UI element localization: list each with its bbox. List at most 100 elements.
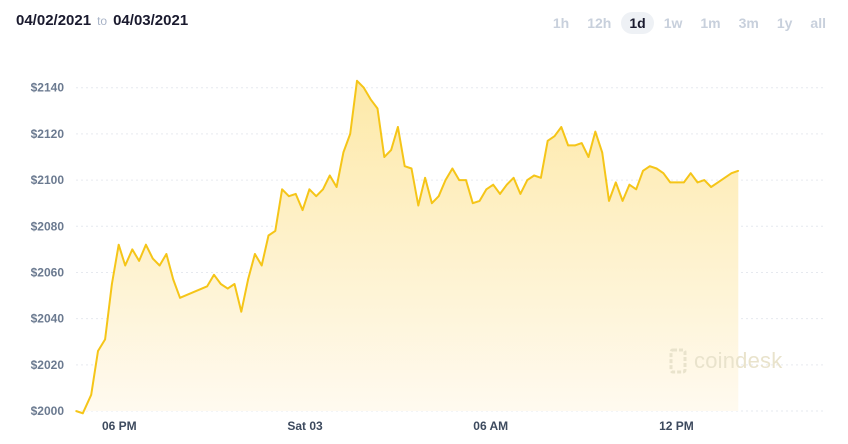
- price-point: [111, 283, 113, 285]
- price-point: [363, 86, 365, 89]
- price-point: [465, 179, 467, 181]
- y-tick-label: $2060: [31, 265, 65, 279]
- price-point: [172, 278, 174, 281]
- y-tick-label: $2080: [31, 219, 65, 233]
- price-point: [104, 338, 106, 341]
- price-point: [158, 264, 161, 267]
- price-point: [621, 200, 624, 202]
- price-point: [390, 149, 392, 151]
- price-point: [730, 172, 733, 174]
- price-point: [683, 181, 685, 184]
- y-axis: $2000 $2020 $2040 $2060 $2080 $2100 $2120 $2140: [31, 81, 65, 418]
- price-point: [689, 172, 692, 174]
- price-point: [124, 264, 127, 267]
- price-point: [117, 243, 120, 246]
- coindesk-watermark: coindesk: [668, 348, 782, 374]
- price-point: [628, 183, 631, 186]
- y-tick-label: $2020: [31, 358, 65, 372]
- price-point: [281, 188, 283, 191]
- price-point: [403, 165, 406, 168]
- price-area-fill: [76, 80, 739, 414]
- price-point: [560, 126, 563, 128]
- price-point: [349, 133, 352, 135]
- price-point: [635, 188, 638, 191]
- price-point: [226, 287, 229, 290]
- price-point: [151, 257, 154, 260]
- price-point: [587, 156, 590, 158]
- price-point: [485, 188, 488, 191]
- price-point: [723, 176, 726, 179]
- price-point: [369, 98, 372, 101]
- price-point: [574, 144, 576, 147]
- price-point: [451, 167, 454, 170]
- price-point: [737, 170, 740, 172]
- price-point: [335, 186, 338, 188]
- price-chart[interactable]: $2000 $2020 $2040 $2060 $2080 $2100 $2120 $2140…: [0, 0, 848, 444]
- price-point: [676, 181, 678, 184]
- x-tick-label: 06 PM: [102, 419, 137, 433]
- price-point: [703, 179, 706, 181]
- price-point: [431, 202, 433, 204]
- price-point: [546, 140, 549, 142]
- price-point: [417, 204, 420, 207]
- price-point: [247, 278, 249, 281]
- price-point: [649, 165, 651, 168]
- price-point: [519, 193, 522, 195]
- price-point: [240, 310, 243, 313]
- price-point: [145, 243, 147, 246]
- x-tick-label: 06 AM: [473, 419, 508, 433]
- price-point: [526, 179, 529, 181]
- price-point: [260, 264, 263, 267]
- price-point: [315, 195, 317, 198]
- price-point: [213, 273, 215, 276]
- price-point: [308, 188, 311, 191]
- y-tick-label: $2120: [31, 127, 65, 141]
- price-point: [717, 181, 719, 184]
- price-point: [254, 253, 256, 255]
- price-point: [567, 144, 569, 147]
- price-point: [165, 253, 168, 255]
- x-tick-label: Sat 03: [287, 419, 323, 433]
- price-point: [220, 283, 222, 285]
- price-point: [642, 170, 644, 172]
- coindesk-logo-icon: [669, 348, 687, 374]
- price-point: [383, 156, 386, 158]
- watermark-text: coindesk: [694, 348, 783, 373]
- price-point: [696, 181, 699, 184]
- y-tick-label: $2100: [31, 173, 65, 187]
- price-point: [492, 183, 495, 186]
- price-point: [580, 142, 583, 144]
- price-point: [397, 126, 399, 128]
- price-point: [553, 135, 556, 138]
- price-point: [274, 230, 277, 232]
- price-point: [655, 167, 658, 170]
- y-tick-label: $2140: [31, 81, 65, 95]
- x-tick-label: 12 PM: [659, 419, 694, 433]
- price-point: [233, 283, 236, 285]
- price-point: [669, 181, 672, 184]
- price-point: [540, 176, 542, 179]
- price-point: [594, 130, 597, 133]
- price-point: [294, 193, 297, 195]
- price-point: [533, 174, 535, 177]
- price-point: [288, 195, 290, 198]
- price-point: [90, 394, 92, 396]
- price-point: [179, 297, 181, 299]
- price-point: [267, 234, 270, 237]
- y-tick-label: $2000: [31, 404, 65, 418]
- price-point: [322, 188, 324, 191]
- price-point: [410, 167, 413, 170]
- price-point: [138, 260, 140, 262]
- x-axis: 06 PM Sat 03 06 AM 12 PM: [102, 419, 694, 433]
- price-point: [512, 176, 515, 179]
- price-point: [478, 200, 481, 202]
- price-point: [444, 179, 447, 181]
- price-point: [131, 248, 134, 251]
- price-point: [376, 107, 379, 110]
- price-point: [206, 285, 209, 288]
- y-tick-label: $2040: [31, 312, 65, 326]
- price-point: [608, 200, 610, 202]
- price-point: [342, 151, 345, 154]
- price-point: [97, 350, 99, 352]
- price-point: [499, 193, 501, 195]
